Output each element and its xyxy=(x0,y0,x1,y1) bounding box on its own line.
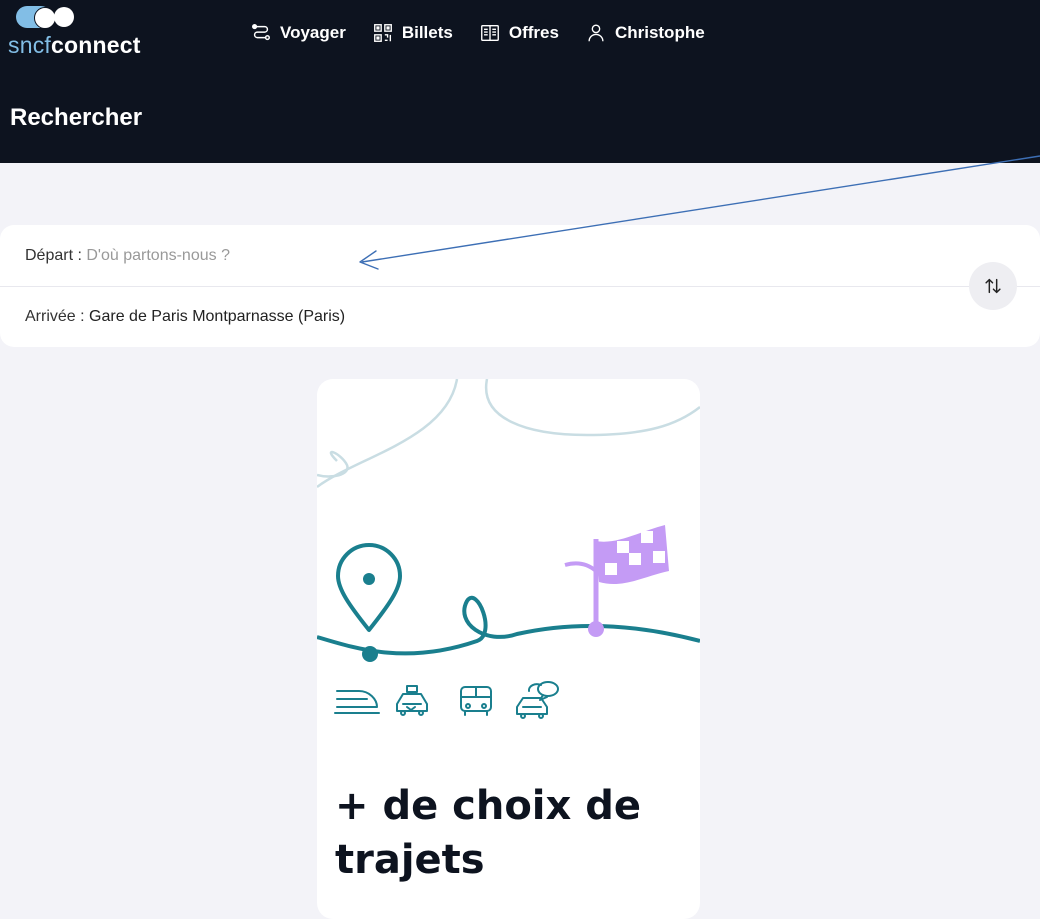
promo-card[interactable]: + de choix de trajets xyxy=(317,379,700,919)
nav-label-christophe: Christophe xyxy=(614,23,705,42)
swap-arrows-icon xyxy=(985,278,1001,294)
decorative-curve-2 xyxy=(484,379,700,437)
taxi-icon xyxy=(396,685,428,716)
nav-item-voyager[interactable]: Voyager xyxy=(250,18,346,48)
top-header: sncfconnect Voyager Billets Offres Chris… xyxy=(0,0,1040,163)
route-icon xyxy=(252,24,270,41)
book-icon xyxy=(480,24,499,42)
bus-icon xyxy=(460,686,492,716)
route-start-dot xyxy=(362,646,378,662)
departure-field[interactable]: Départ : D'où partons-nous ? xyxy=(25,247,230,265)
sncf-connect-logo[interactable]: sncfconnect xyxy=(8,2,188,62)
logo-wordmark: sncfconnect xyxy=(8,32,141,59)
logo-knob-shape xyxy=(34,7,56,29)
departure-label: Départ : xyxy=(25,247,82,264)
location-pin-icon xyxy=(336,543,402,632)
user-icon xyxy=(588,24,604,42)
arrival-field[interactable]: Arrivée : Gare de Paris Montparnasse (Pa… xyxy=(25,308,345,326)
arrival-value: Gare de Paris Montparnasse (Paris) xyxy=(89,308,346,325)
page-title: Rechercher xyxy=(10,104,143,131)
logo-prefix: sncf xyxy=(8,32,51,58)
promo-heading: + de choix de trajets xyxy=(335,783,641,883)
logo-suffix: connect xyxy=(50,32,141,58)
decorative-curve xyxy=(317,379,459,489)
logo-dot-shape xyxy=(54,7,74,27)
search-form: Départ : D'où partons-nous ? Arrivée : G… xyxy=(0,225,1040,347)
nav-label-billets: Billets xyxy=(401,23,453,42)
nav-item-christophe[interactable]: Christophe xyxy=(585,18,705,48)
swap-stations-button[interactable] xyxy=(969,262,1017,310)
carpool-icon xyxy=(516,681,559,719)
decorative-loop xyxy=(317,450,349,478)
main-nav: Voyager Billets Offres Christophe xyxy=(250,18,705,48)
journey-illustration xyxy=(317,379,700,719)
nav-label-offres: Offres xyxy=(508,23,559,42)
nav-label-voyager: Voyager xyxy=(280,23,346,42)
qr-code-icon xyxy=(373,24,392,42)
train-icon xyxy=(334,690,380,714)
departure-placeholder: D'où partons-nous ? xyxy=(86,247,230,264)
nav-item-offres[interactable]: Offres xyxy=(479,18,559,48)
nav-item-billets[interactable]: Billets xyxy=(372,18,453,48)
arrival-label: Arrivée : xyxy=(25,308,85,325)
finish-flag-icon xyxy=(564,525,669,637)
field-divider xyxy=(0,286,1040,287)
